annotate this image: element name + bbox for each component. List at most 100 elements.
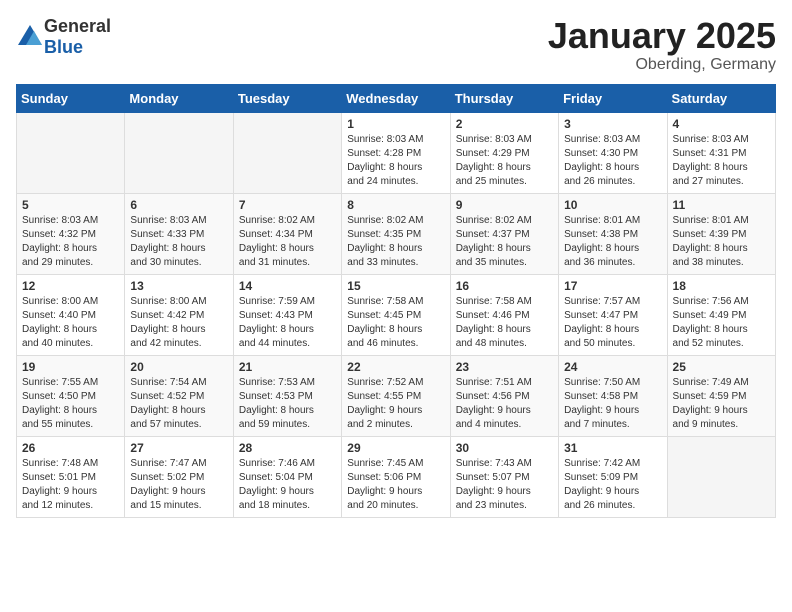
day-number: 17: [564, 279, 661, 293]
calendar-cell: 1 Sunrise: 8:03 AM Sunset: 4:28 PM Daylig…: [342, 112, 450, 193]
calendar-cell: 6 Sunrise: 8:03 AM Sunset: 4:33 PM Daylig…: [125, 193, 233, 274]
day-content: Sunrise: 7:58 AM Sunset: 4:46 PM Dayligh…: [456, 295, 553, 351]
day-content: Sunrise: 8:03 AM Sunset: 4:28 PM Dayligh…: [347, 133, 444, 189]
calendar-cell: 16Sunrise: 7:58 AM Sunset: 4:46 PM Dayli…: [450, 274, 558, 355]
day-number: 5: [22, 198, 119, 212]
day-content: Sunrise: 7:50 AM Sunset: 4:58 PM Dayligh…: [564, 376, 661, 432]
day-content: Sunrise: 7:55 AM Sunset: 4:50 PM Dayligh…: [22, 376, 119, 432]
day-number: 10: [564, 198, 661, 212]
day-content: Sunrise: 7:49 AM Sunset: 4:59 PM Dayligh…: [673, 376, 770, 432]
day-content: Sunrise: 7:52 AM Sunset: 4:55 PM Dayligh…: [347, 376, 444, 432]
day-number: 31: [564, 441, 661, 455]
day-number: 3: [564, 117, 661, 131]
day-content: Sunrise: 7:57 AM Sunset: 4:47 PM Dayligh…: [564, 295, 661, 351]
day-number: 8: [347, 198, 444, 212]
day-number: 13: [130, 279, 227, 293]
day-number: 1: [347, 117, 444, 131]
day-content: Sunrise: 8:03 AM Sunset: 4:32 PM Dayligh…: [22, 214, 119, 270]
day-number: 27: [130, 441, 227, 455]
weekday-header-sunday: Sunday: [17, 84, 125, 112]
weekday-header-friday: Friday: [559, 84, 667, 112]
calendar-cell: 17 Sunrise: 7:57 AM Sunset: 4:47 PM Dayli…: [559, 274, 667, 355]
day-content: Sunrise: 7:48 AM Sunset: 5:01 PM Dayligh…: [22, 457, 119, 513]
calendar-week-row: 26 Sunrise: 7:48 AM Sunset: 5:01 PM Dayli…: [17, 436, 776, 517]
calendar-cell: 25 Sunrise: 7:49 AM Sunset: 4:59 PM Dayli…: [667, 355, 775, 436]
day-number: 18: [673, 279, 770, 293]
calendar-cell: [125, 112, 233, 193]
calendar-cell: 24Sunrise: 7:50 AM Sunset: 4:58 PM Dayli…: [559, 355, 667, 436]
calendar-cell: [17, 112, 125, 193]
day-number: 19: [22, 360, 119, 374]
calendar-cell: 26 Sunrise: 7:48 AM Sunset: 5:01 PM Dayli…: [17, 436, 125, 517]
calendar-cell: 8 Sunrise: 8:02 AM Sunset: 4:35 PM Daylig…: [342, 193, 450, 274]
weekday-header-thursday: Thursday: [450, 84, 558, 112]
title-section: January 2025 Oberding, Germany: [548, 16, 776, 74]
day-content: Sunrise: 8:03 AM Sunset: 4:31 PM Dayligh…: [673, 133, 770, 189]
calendar-week-row: 19 Sunrise: 7:55 AM Sunset: 4:50 PM Dayli…: [17, 355, 776, 436]
day-number: 22: [347, 360, 444, 374]
calendar-cell: 9 Sunrise: 8:02 AM Sunset: 4:37 PM Daylig…: [450, 193, 558, 274]
calendar-week-row: 5 Sunrise: 8:03 AM Sunset: 4:32 PM Daylig…: [17, 193, 776, 274]
day-content: Sunrise: 7:42 AM Sunset: 5:09 PM Dayligh…: [564, 457, 661, 513]
calendar-cell: 30Sunrise: 7:43 AM Sunset: 5:07 PM Dayli…: [450, 436, 558, 517]
calendar-cell: [667, 436, 775, 517]
day-content: Sunrise: 8:02 AM Sunset: 4:35 PM Dayligh…: [347, 214, 444, 270]
calendar-cell: 14 Sunrise: 7:59 AM Sunset: 4:43 PM Dayli…: [233, 274, 341, 355]
calendar-cell: 31 Sunrise: 7:42 AM Sunset: 5:09 PM Dayli…: [559, 436, 667, 517]
calendar-cell: 23 Sunrise: 7:51 AM Sunset: 4:56 PM Dayli…: [450, 355, 558, 436]
calendar-week-row: 12Sunrise: 8:00 AM Sunset: 4:40 PM Dayli…: [17, 274, 776, 355]
calendar-cell: [233, 112, 341, 193]
day-number: 21: [239, 360, 336, 374]
day-number: 9: [456, 198, 553, 212]
day-content: Sunrise: 7:45 AM Sunset: 5:06 PM Dayligh…: [347, 457, 444, 513]
day-content: Sunrise: 7:59 AM Sunset: 4:43 PM Dayligh…: [239, 295, 336, 351]
day-content: Sunrise: 8:00 AM Sunset: 4:42 PM Dayligh…: [130, 295, 227, 351]
day-number: 6: [130, 198, 227, 212]
day-number: 4: [673, 117, 770, 131]
day-number: 15: [347, 279, 444, 293]
day-content: Sunrise: 7:56 AM Sunset: 4:49 PM Dayligh…: [673, 295, 770, 351]
calendar-cell: 21 Sunrise: 7:53 AM Sunset: 4:53 PM Dayli…: [233, 355, 341, 436]
day-content: Sunrise: 8:02 AM Sunset: 4:37 PM Dayligh…: [456, 214, 553, 270]
weekday-header-saturday: Saturday: [667, 84, 775, 112]
calendar-cell: 4 Sunrise: 8:03 AM Sunset: 4:31 PM Daylig…: [667, 112, 775, 193]
calendar-cell: 12Sunrise: 8:00 AM Sunset: 4:40 PM Dayli…: [17, 274, 125, 355]
day-number: 23: [456, 360, 553, 374]
day-number: 26: [22, 441, 119, 455]
day-number: 11: [673, 198, 770, 212]
day-number: 14: [239, 279, 336, 293]
day-content: Sunrise: 7:58 AM Sunset: 4:45 PM Dayligh…: [347, 295, 444, 351]
page-header: General Blue January 2025 Oberding, Germ…: [16, 16, 776, 74]
day-number: 30: [456, 441, 553, 455]
day-content: Sunrise: 7:54 AM Sunset: 4:52 PM Dayligh…: [130, 376, 227, 432]
day-number: 20: [130, 360, 227, 374]
month-title: January 2025: [548, 16, 776, 56]
day-number: 28: [239, 441, 336, 455]
location-title: Oberding, Germany: [548, 56, 776, 74]
weekday-header-monday: Monday: [125, 84, 233, 112]
day-content: Sunrise: 8:03 AM Sunset: 4:29 PM Dayligh…: [456, 133, 553, 189]
weekday-header-tuesday: Tuesday: [233, 84, 341, 112]
day-content: Sunrise: 7:51 AM Sunset: 4:56 PM Dayligh…: [456, 376, 553, 432]
day-number: 29: [347, 441, 444, 455]
calendar-cell: 20 Sunrise: 7:54 AM Sunset: 4:52 PM Dayli…: [125, 355, 233, 436]
day-content: Sunrise: 8:03 AM Sunset: 4:33 PM Dayligh…: [130, 214, 227, 270]
calendar-week-row: 1 Sunrise: 8:03 AM Sunset: 4:28 PM Daylig…: [17, 112, 776, 193]
weekday-header-row: SundayMondayTuesdayWednesdayThursdayFrid…: [17, 84, 776, 112]
day-content: Sunrise: 8:00 AM Sunset: 4:40 PM Dayligh…: [22, 295, 119, 351]
calendar-cell: 13 Sunrise: 8:00 AM Sunset: 4:42 PM Dayli…: [125, 274, 233, 355]
day-content: Sunrise: 8:03 AM Sunset: 4:30 PM Dayligh…: [564, 133, 661, 189]
day-content: Sunrise: 8:01 AM Sunset: 4:38 PM Dayligh…: [564, 214, 661, 270]
day-content: Sunrise: 8:01 AM Sunset: 4:39 PM Dayligh…: [673, 214, 770, 270]
logo-icon: [16, 23, 44, 51]
day-number: 7: [239, 198, 336, 212]
calendar-cell: 19 Sunrise: 7:55 AM Sunset: 4:50 PM Dayli…: [17, 355, 125, 436]
day-number: 25: [673, 360, 770, 374]
day-content: Sunrise: 7:53 AM Sunset: 4:53 PM Dayligh…: [239, 376, 336, 432]
calendar-cell: 10 Sunrise: 8:01 AM Sunset: 4:38 PM Dayli…: [559, 193, 667, 274]
calendar-cell: 11 Sunrise: 8:01 AM Sunset: 4:39 PM Dayli…: [667, 193, 775, 274]
calendar-cell: 18 Sunrise: 7:56 AM Sunset: 4:49 PM Dayli…: [667, 274, 775, 355]
logo-general-text: General: [44, 16, 111, 36]
logo: General Blue: [16, 16, 111, 58]
calendar-cell: 27Sunrise: 7:47 AM Sunset: 5:02 PM Dayli…: [125, 436, 233, 517]
